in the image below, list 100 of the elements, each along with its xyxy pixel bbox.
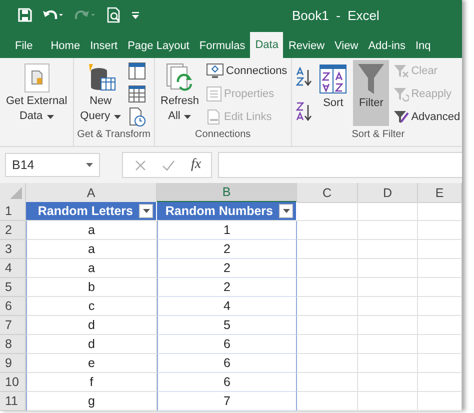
grid-cell[interactable] [297, 392, 358, 411]
grid-cell[interactable] [418, 202, 462, 221]
print-preview-icon[interactable] [106, 7, 122, 23]
column-header[interactable]: A [26, 183, 157, 203]
grid-cell[interactable] [358, 373, 418, 392]
ribbon-tab[interactable]: Formulas [194, 34, 250, 58]
table-cell: a [26, 221, 157, 240]
customize-icon[interactable] [132, 12, 139, 18]
grid-cell[interactable] [297, 354, 358, 373]
grid-cell[interactable] [297, 278, 358, 297]
sort-descending-icon[interactable] [295, 102, 314, 122]
table-cell: 2 [157, 240, 297, 259]
ribbon-button[interactable]: Get External Data [3, 60, 70, 126]
grid-cell[interactable] [297, 259, 358, 278]
group-label: Sort & Filter [352, 129, 405, 140]
cancel-icon[interactable] [135, 160, 146, 170]
grid-cell[interactable] [358, 259, 418, 278]
grid-cell[interactable] [358, 392, 418, 411]
caret-icon [86, 163, 93, 167]
filter-button[interactable] [139, 204, 153, 218]
sort-ascending-icon[interactable] [295, 66, 314, 86]
column-header[interactable]: C [297, 183, 358, 203]
grid-cell[interactable] [297, 297, 358, 316]
table-cell: 2 [157, 278, 297, 297]
row-header[interactable]: 5 [0, 278, 26, 297]
table-cell: d [26, 335, 157, 354]
select-all-icon[interactable] [10, 187, 22, 199]
caret-icon [142, 209, 150, 213]
funnel-icon [356, 62, 386, 96]
row-header[interactable]: 3 [0, 240, 26, 259]
clear-filter-icon [393, 62, 410, 78]
grid-cell[interactable] [358, 335, 418, 354]
row-header[interactable]: 11 [0, 392, 26, 411]
grid-cell[interactable] [358, 354, 418, 373]
grid-cell[interactable] [297, 202, 358, 221]
column-header[interactable]: E [418, 183, 462, 203]
row-header[interactable]: 8 [0, 335, 26, 354]
ribbon-tab[interactable]: Home [46, 34, 86, 58]
filter-button[interactable]: Filter [353, 60, 390, 126]
grid-cell[interactable] [418, 259, 462, 278]
ribbon-tab[interactable]: View [330, 34, 364, 58]
grid-cell[interactable] [297, 335, 358, 354]
table-cell: 6 [157, 373, 297, 392]
row-header[interactable]: 9 [0, 354, 26, 373]
grid-cell[interactable] [418, 335, 462, 354]
column-header[interactable]: D [358, 183, 418, 203]
table-cell: 4 [157, 297, 297, 316]
grid-cell[interactable] [418, 354, 462, 373]
grid-cell[interactable] [358, 221, 418, 240]
ribbon-button[interactable]: New Query [77, 60, 124, 126]
grid-cell[interactable] [358, 278, 418, 297]
ribbon-tab[interactable]: Review [283, 34, 330, 58]
save-icon[interactable] [18, 8, 32, 22]
grid-cell[interactable] [297, 373, 358, 392]
table-cell: 1 [157, 221, 297, 240]
grid-cell[interactable] [418, 221, 462, 240]
formula-input[interactable] [218, 152, 462, 178]
table-cell: e [26, 354, 157, 373]
table-cell: 7 [157, 392, 297, 411]
caret-icon [282, 209, 290, 213]
grid-cell[interactable] [418, 316, 462, 335]
row-header[interactable]: 1 [0, 202, 26, 221]
row-header[interactable]: 7 [0, 316, 26, 335]
row-header[interactable]: 6 [0, 297, 26, 316]
ribbon-button[interactable]: Sort [316, 60, 350, 126]
ribbon-button[interactable]: Connections [205, 60, 288, 81]
row-header[interactable]: 10 [0, 373, 26, 392]
grid-cell[interactable] [358, 297, 418, 316]
clock-document-icon[interactable] [127, 106, 148, 126]
grid-cell[interactable] [418, 278, 462, 297]
grid-cell[interactable] [297, 316, 358, 335]
column-header[interactable]: B [157, 183, 297, 203]
window-title: Book1 - Excel [292, 8, 380, 23]
grid-cell[interactable] [418, 373, 462, 392]
ribbon-tab[interactable]: Page Layout [122, 34, 194, 58]
grid-cell[interactable] [418, 240, 462, 259]
grid-cell[interactable] [297, 221, 358, 240]
ribbon-tab[interactable]: Add-ins [363, 34, 410, 58]
ribbon-tab[interactable]: File [10, 34, 38, 58]
check-icon[interactable] [162, 160, 175, 170]
name-box[interactable]: B14 [5, 153, 100, 177]
table-icon[interactable] [127, 84, 148, 104]
row-header[interactable]: 2 [0, 221, 26, 240]
grid-cell[interactable] [297, 240, 358, 259]
ribbon-tab[interactable]: Insert [85, 34, 123, 58]
filter-button[interactable] [279, 204, 293, 218]
advanced-filter-icon [393, 108, 410, 124]
grid-cell[interactable] [358, 202, 418, 221]
table-icon[interactable] [127, 60, 148, 80]
grid-cell[interactable] [418, 392, 462, 411]
ribbon-button[interactable]: Refresh All [158, 60, 202, 126]
ribbon-tab[interactable]: Inq [410, 34, 436, 58]
insert-function-button[interactable]: fx [191, 157, 202, 173]
grid-cell[interactable] [358, 316, 418, 335]
grid-cell[interactable] [418, 297, 462, 316]
ribbon-button[interactable]: Advanced [392, 106, 462, 127]
ribbon-tab[interactable]: Data [250, 32, 284, 58]
grid-cell[interactable] [358, 240, 418, 259]
row-header[interactable]: 4 [0, 259, 26, 278]
undo-icon[interactable] [42, 8, 64, 22]
